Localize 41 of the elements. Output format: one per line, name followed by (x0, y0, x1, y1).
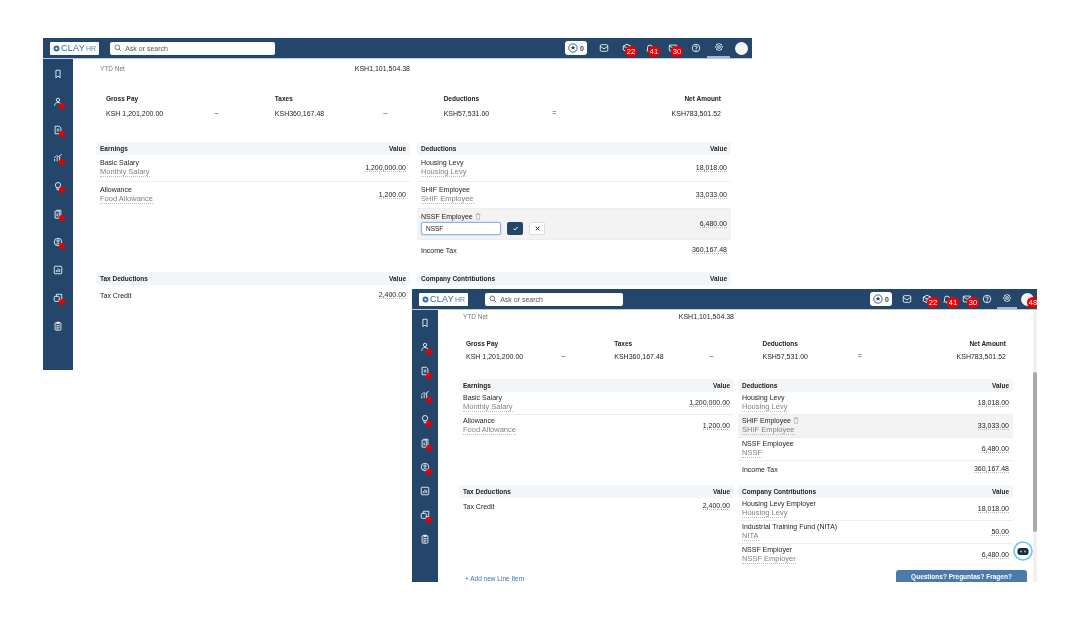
growth-icon (420, 389, 430, 400)
report-icon (420, 437, 430, 448)
bookmark-icon (53, 68, 63, 79)
search-icon (114, 44, 123, 52)
confirm-button[interactable] (507, 222, 523, 235)
bulb-icon (53, 180, 63, 191)
clipboard-icon (53, 320, 63, 331)
report-icon (53, 208, 63, 219)
settings-icon (713, 42, 724, 52)
bookmark-icon (420, 317, 430, 328)
robot-icon[interactable] (1013, 541, 1033, 561)
star-icon (873, 294, 884, 304)
logo-icon (422, 295, 429, 303)
envelope-icon (902, 294, 912, 304)
scrollbar[interactable] (1033, 310, 1037, 582)
close-icon (533, 225, 541, 232)
stack-icon (420, 509, 430, 520)
document-icon (53, 124, 63, 135)
star-icon (568, 43, 579, 53)
help-icon (982, 294, 992, 304)
growth-icon (53, 152, 63, 163)
users-icon (53, 96, 63, 107)
clipboard-icon (420, 533, 430, 544)
bars-icon (420, 485, 430, 496)
users-icon (420, 341, 430, 352)
help-icon (690, 43, 701, 53)
logo-text: CLAY (430, 294, 455, 304)
envelope-icon (598, 43, 609, 53)
bulb-icon (420, 413, 430, 424)
avatar[interactable] (734, 41, 748, 55)
cancel-button[interactable] (529, 222, 545, 235)
check-icon (511, 225, 519, 232)
settings-icon (1002, 293, 1012, 303)
stack-icon (53, 292, 63, 303)
bars-icon (53, 264, 63, 275)
logo-icon (53, 44, 60, 52)
search-icon (489, 295, 498, 303)
logo-text: CLAY (61, 43, 86, 53)
person-icon (53, 236, 63, 247)
document-icon (420, 365, 430, 376)
person-icon (420, 461, 430, 472)
